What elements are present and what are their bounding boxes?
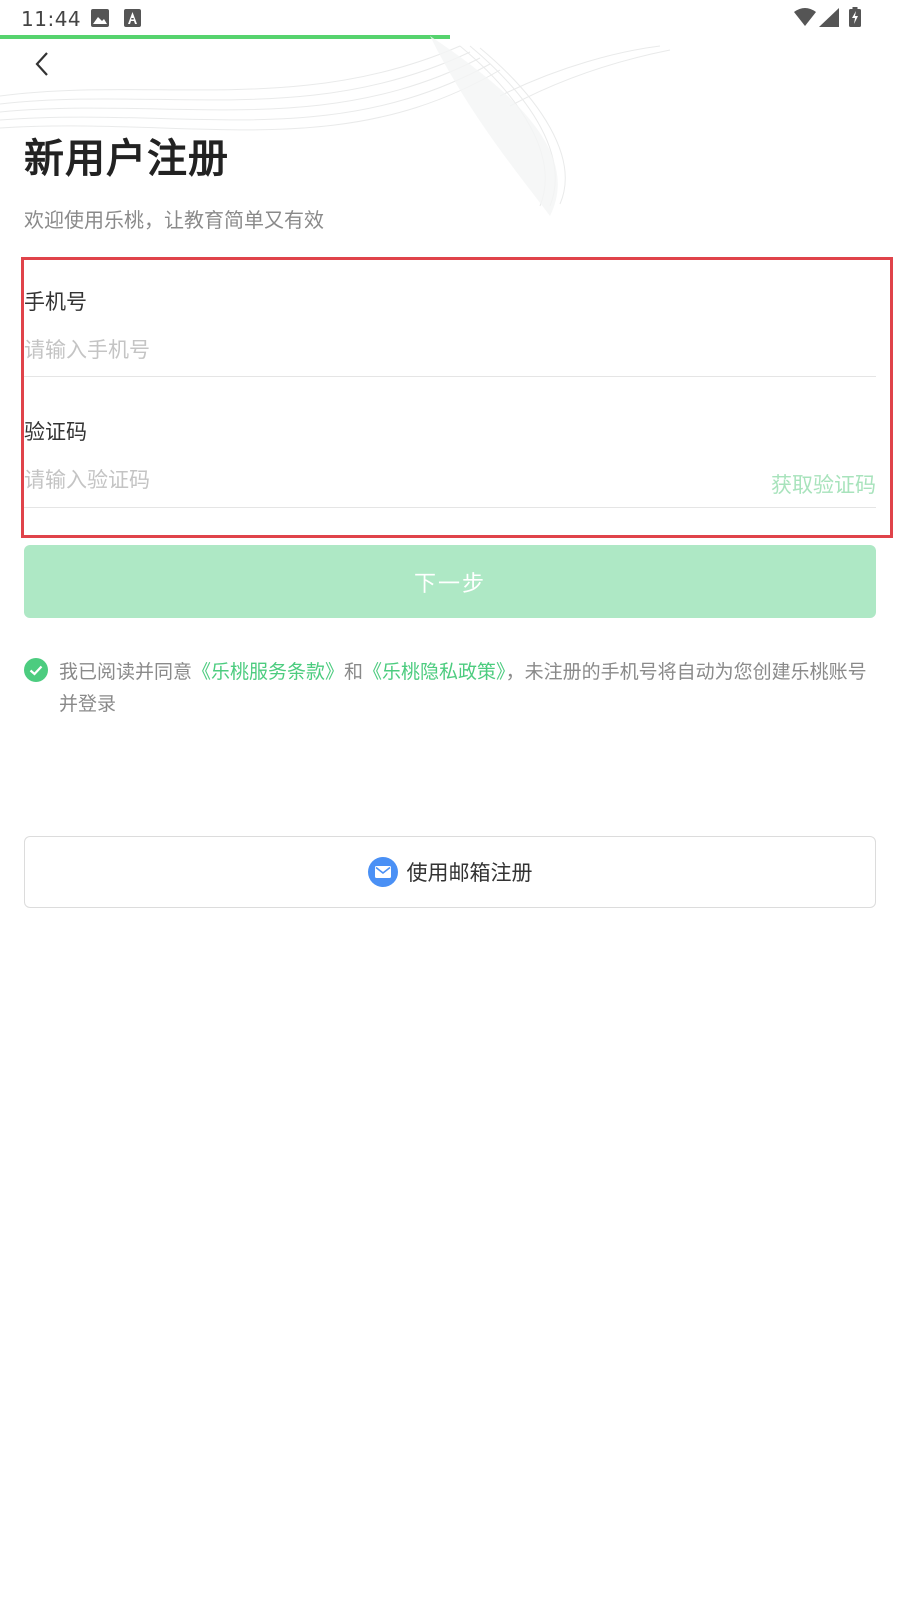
- page-title: 新用户注册: [24, 136, 229, 182]
- terms-link[interactable]: 《乐桃服务条款》: [192, 661, 344, 683]
- chevron-left-icon: [35, 52, 48, 76]
- code-label: 验证码: [24, 420, 87, 444]
- page-subtitle: 欢迎使用乐桃，让教育简单又有效: [24, 208, 324, 232]
- get-code-button[interactable]: 获取验证码: [771, 469, 876, 499]
- email-register-button[interactable]: 使用邮箱注册: [24, 836, 876, 908]
- code-input[interactable]: [24, 460, 624, 500]
- privacy-link[interactable]: 《乐桃隐私政策》: [363, 661, 506, 683]
- battery-charging-icon: [849, 7, 861, 31]
- check-icon: [29, 665, 43, 676]
- code-divider: [24, 507, 876, 508]
- agreement-and: 和: [344, 661, 364, 683]
- phone-divider: [24, 376, 876, 377]
- phone-input[interactable]: [24, 330, 844, 370]
- agreement-row: 我已阅读并同意《乐桃服务条款》和《乐桃隐私政策》，未注册的手机号将自动为您创建乐…: [24, 656, 876, 720]
- registration-screen: 11:44 新用户注册 欢迎使用乐桃，让教育简单又有效 手机号 请输入手机号 验…: [0, 0, 900, 1600]
- status-bar: 11:44: [0, 0, 900, 36]
- a-badge-icon: [124, 9, 141, 31]
- image-icon: [91, 9, 109, 31]
- wifi-icon: [794, 8, 816, 30]
- email-register-label: 使用邮箱注册: [406, 861, 533, 885]
- status-time: 11:44: [21, 7, 82, 31]
- next-step-button[interactable]: 下一步: [24, 545, 876, 618]
- agreement-prefix: 我已阅读并同意: [59, 661, 193, 683]
- phone-label: 手机号: [24, 290, 87, 314]
- agreement-text: 我已阅读并同意《乐桃服务条款》和《乐桃隐私政策》，未注册的手机号将自动为您创建乐…: [59, 656, 876, 720]
- mail-icon: [367, 857, 398, 887]
- agree-checkbox[interactable]: [24, 658, 48, 682]
- back-button[interactable]: [24, 46, 60, 82]
- signal-icon: [819, 8, 839, 31]
